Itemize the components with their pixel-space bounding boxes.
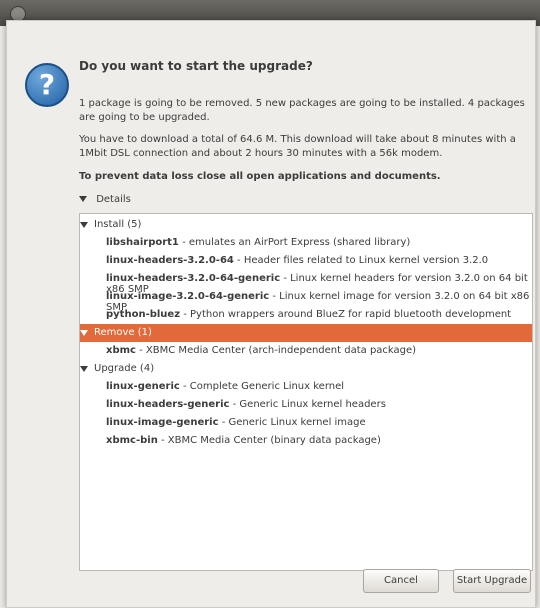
list-item[interactable]: xbmc - XBMC Media Center (arch-independe… xyxy=(80,342,532,360)
list-item[interactable]: linux-image-3.2.0-64-generic - Linux ker… xyxy=(80,288,532,313)
package-name: linux-image-3.2.0-64-generic xyxy=(106,291,270,302)
list-item[interactable]: linux-headers-3.2.0-64 - Header files re… xyxy=(80,252,532,270)
list-item[interactable]: linux-image-generic - Generic Linux kern… xyxy=(80,414,532,432)
chevron-down-icon xyxy=(80,366,88,372)
package-desc: - Generic Linux kernel image xyxy=(218,417,366,428)
details-label: Details xyxy=(96,194,131,205)
package-name: linux-headers-3.2.0-64-generic xyxy=(106,273,281,284)
chevron-down-icon xyxy=(80,222,88,228)
package-desc: - Generic Linux kernel headers xyxy=(229,399,386,410)
list-item[interactable]: python-bluez - Python wrappers around Bl… xyxy=(80,306,532,324)
package-name: xbmc xyxy=(106,345,136,356)
package-desc: - Header files related to Linux kernel v… xyxy=(233,255,489,266)
list-item[interactable]: libshairport1 - emulates an AirPort Expr… xyxy=(80,234,532,252)
package-desc: - Python wrappers around BlueZ for rapid… xyxy=(180,309,512,320)
package-desc: - emulates an AirPort Express (shared li… xyxy=(178,237,411,248)
details-expander[interactable]: Details xyxy=(79,194,131,205)
group-label: Install (5) xyxy=(94,219,142,230)
group-label: Remove (1) xyxy=(94,327,152,338)
warning-text: To prevent data loss close all open appl… xyxy=(79,171,441,182)
chevron-down-icon xyxy=(79,196,87,202)
group-label: Upgrade (4) xyxy=(94,363,155,374)
list-item[interactable]: xbmc-bin - XBMC Media Center (binary dat… xyxy=(80,432,532,450)
upgrade-dialog: ? Do you want to start the upgrade? 1 pa… xyxy=(6,20,536,608)
list-item[interactable]: linux-generic - Complete Generic Linux k… xyxy=(80,378,532,396)
package-tree[interactable]: Install (5) libshairport1 - emulates an … xyxy=(79,213,533,571)
tree-group-install[interactable]: Install (5) xyxy=(80,216,532,234)
package-name: linux-image-generic xyxy=(106,417,219,428)
package-name: python-bluez xyxy=(106,309,181,320)
list-item[interactable]: linux-headers-3.2.0-64-generic - Linux k… xyxy=(80,270,532,295)
download-summary-text: You have to download a total of 64.6 M. … xyxy=(79,134,516,159)
package-name: linux-headers-3.2.0-64 xyxy=(106,255,234,266)
list-item[interactable]: linux-headers-generic - Generic Linux ke… xyxy=(80,396,532,414)
start-upgrade-button[interactable]: Start Upgrade xyxy=(453,569,531,593)
package-desc: - XBMC Media Center (binary data package… xyxy=(157,435,381,446)
cancel-button[interactable]: Cancel xyxy=(363,569,439,593)
question-icon: ? xyxy=(25,63,69,107)
package-name: linux-generic xyxy=(106,381,180,392)
package-name: xbmc-bin xyxy=(106,435,158,446)
package-desc: - Complete Generic Linux kernel xyxy=(179,381,345,392)
chevron-down-icon xyxy=(80,330,88,336)
package-desc: - XBMC Media Center (arch-independent da… xyxy=(135,345,417,356)
package-name: libshairport1 xyxy=(106,237,179,248)
tree-group-upgrade[interactable]: Upgrade (4) xyxy=(80,360,532,378)
package-name: linux-headers-generic xyxy=(106,399,230,410)
tree-group-remove[interactable]: Remove (1) xyxy=(80,324,532,342)
package-summary-text: 1 package is going to be removed. 5 new … xyxy=(79,98,525,123)
dialog-title: Do you want to start the upgrade? xyxy=(79,59,313,73)
